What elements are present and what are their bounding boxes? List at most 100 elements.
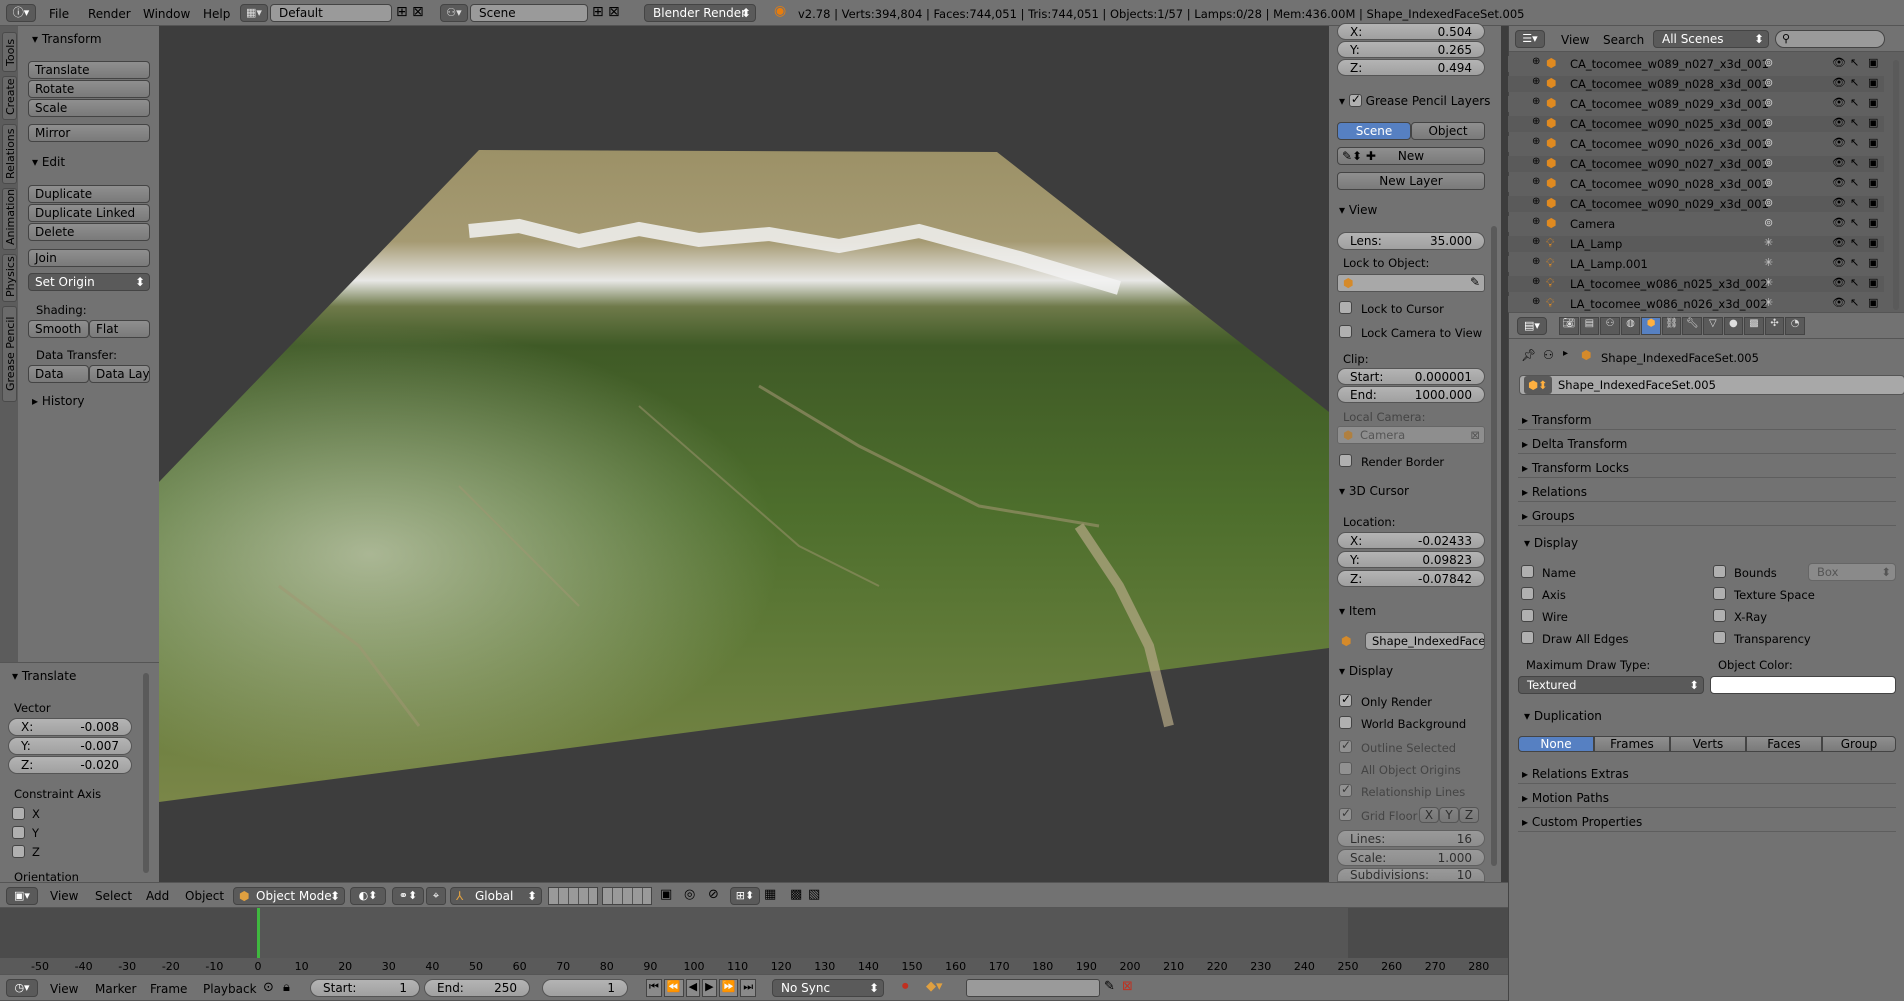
expand-icon[interactable]: ⊕ — [1532, 236, 1540, 247]
wire-checkbox[interactable] — [1521, 609, 1534, 622]
scene-icon[interactable]: ⚇▾ — [440, 4, 468, 22]
object-name-field[interactable]: ⬢⬍ Shape_IndexedFaceSet.005 — [1519, 375, 1904, 395]
outliner-row[interactable]: ⊕ ⬢ CA_tocomee_w090_n026_x3d_001 ⊚ 👁︎ ↖ ▣ — [1508, 136, 1884, 152]
tab-object[interactable]: Object — [1411, 122, 1485, 140]
end-frame-field[interactable]: End: 250 — [424, 979, 530, 997]
pin-icon[interactable]: 📌︎ — [1521, 348, 1536, 362]
vector-x-field[interactable]: X: -0.008 — [8, 718, 132, 736]
constraint-x-checkbox[interactable] — [12, 807, 25, 820]
n-panel-scrollbar[interactable] — [1491, 226, 1497, 866]
vector-z-field[interactable]: Z: -0.020 — [8, 756, 132, 774]
world-background-checkbox[interactable] — [1339, 716, 1352, 729]
add-screen-icon[interactable]: ⊞ — [396, 4, 408, 20]
expand-icon[interactable]: ⊕ — [1532, 256, 1540, 267]
proportional-edit-icon[interactable]: ◎ — [684, 887, 695, 902]
relationship-lines-checkbox[interactable] — [1339, 782, 1352, 797]
join-button[interactable]: Join — [28, 249, 150, 267]
relations-extras-section[interactable]: ▸ Relations Extras — [1518, 766, 1896, 784]
selectable-cursor-icon[interactable]: ↖ — [1850, 156, 1859, 169]
constraint-y-checkbox[interactable] — [12, 826, 25, 839]
selectable-cursor-icon[interactable]: ↖ — [1850, 116, 1859, 129]
transparency-checkbox[interactable] — [1713, 631, 1726, 644]
physics-tab-icon[interactable]: ◔ — [1785, 317, 1805, 335]
outliner-filter-select[interactable]: All Scenes ⬍ — [1653, 30, 1769, 48]
material-tab-icon[interactable]: ● — [1723, 317, 1744, 335]
outliner-row[interactable]: ⊕ 💡︎ LA_tocomee_w086_n025_x3d_002 ✳ 👁︎ ↖ ▣ — [1508, 276, 1884, 292]
render-engine-select[interactable]: Blender Render ⬍ — [644, 4, 756, 22]
selectable-cursor-icon[interactable]: ↖ — [1850, 256, 1859, 269]
outliner-search-input[interactable]: ⚲ — [1775, 30, 1885, 48]
selectable-cursor-icon[interactable]: ↖ — [1850, 276, 1859, 289]
selectable-cursor-icon[interactable]: ↖ — [1850, 196, 1859, 209]
outliner-item-name[interactable]: LA_tocomee_w086_n026_x3d_002 — [1570, 297, 1768, 311]
duplicate-button[interactable]: Duplicate — [28, 185, 150, 203]
visibility-eye-icon[interactable]: 👁︎ — [1832, 56, 1846, 69]
expand-icon[interactable]: ⊕ — [1532, 56, 1540, 67]
constraints-tab-icon[interactable]: ⛓ — [1661, 317, 1682, 335]
visibility-eye-icon[interactable]: 👁︎ — [1832, 176, 1846, 189]
record-icon[interactable]: ⏺ — [902, 979, 909, 994]
outliner-item-name[interactable]: LA_Lamp — [1570, 237, 1622, 251]
cursor-y-field[interactable]: Y: 0.09823 — [1337, 551, 1485, 568]
expand-icon[interactable]: ⊕ — [1532, 136, 1540, 147]
grease-pencil-checkbox[interactable] — [1348, 92, 1362, 107]
expand-icon[interactable]: ⊕ — [1532, 296, 1540, 307]
visibility-eye-icon[interactable]: 👁︎ — [1832, 296, 1846, 309]
scene-field[interactable]: Scene — [470, 4, 588, 22]
delete-keyframe-icon[interactable]: ⊠ — [1122, 979, 1133, 994]
operator-scrollbar[interactable] — [143, 673, 149, 873]
jump-start-icon[interactable]: ⏮ — [646, 979, 662, 997]
draw-all-edges-checkbox[interactable] — [1521, 631, 1534, 644]
grid-y-toggle[interactable]: Y — [1439, 807, 1459, 823]
renderable-camera-icon[interactable]: ▣ — [1868, 76, 1878, 89]
expand-icon[interactable]: ⊕ — [1532, 176, 1540, 187]
set-origin-menu[interactable]: Set Origin ⬍ — [28, 273, 150, 291]
lock-range-icon[interactable]: 🔒︎ — [283, 980, 290, 995]
keying-set-icon[interactable]: ◆▾ — [926, 979, 943, 994]
properties-section[interactable]: ▸ Transform Locks — [1518, 460, 1896, 478]
dup-frames-button[interactable]: Frames — [1594, 736, 1670, 752]
outliner-item-name[interactable]: LA_tocomee_w086_n025_x3d_002 — [1570, 277, 1768, 291]
selectable-cursor-icon[interactable]: ↖ — [1850, 236, 1859, 249]
play-icon[interactable]: ▶ — [702, 979, 717, 997]
screen-layout-field[interactable]: Default — [270, 4, 392, 22]
data-layout-button[interactable]: Data Layo — [89, 365, 150, 383]
object-color-swatch[interactable] — [1710, 676, 1896, 694]
properties-section[interactable]: ▸ Transform — [1518, 412, 1896, 430]
snap-icon[interactable]: ⊘ — [708, 887, 719, 902]
play-reverse-icon[interactable]: ◀ — [685, 979, 701, 997]
max-draw-type-select[interactable]: Textured ⬍ — [1518, 676, 1704, 694]
visibility-eye-icon[interactable]: 👁︎ — [1832, 196, 1846, 209]
screen-layout-icon[interactable]: ▦▾ — [240, 4, 268, 22]
orientation-select[interactable]: ⅄ Global ⬍ — [450, 887, 542, 905]
outliner-row[interactable]: ⊕ ⬢ CA_tocomee_w089_n027_x3d_001 ⊚ 👁︎ ↖ ▣ — [1508, 56, 1884, 72]
tab-create[interactable]: Create — [2, 76, 17, 120]
dup-group-button[interactable]: Group — [1822, 736, 1896, 752]
translate-button[interactable]: Translate — [28, 61, 150, 79]
lens-field[interactable]: Lens: 35.000 — [1337, 232, 1485, 250]
outliner-item-name[interactable]: CA_tocomee_w090_n026_x3d_001 — [1570, 137, 1769, 151]
keying-set-field[interactable] — [966, 979, 1100, 997]
menu-help[interactable]: Help — [203, 7, 230, 21]
vector-y-field[interactable]: Y: -0.007 — [8, 737, 132, 755]
outliner-item-name[interactable]: CA_tocomee_w090_n029_x3d_001 — [1570, 197, 1769, 211]
lock-object-field[interactable]: ⬢ ✎ — [1337, 274, 1485, 292]
next-key-icon[interactable]: ⏩ — [718, 979, 739, 997]
expand-icon[interactable]: ⊕ — [1532, 276, 1540, 287]
expand-icon[interactable]: ⊕ — [1532, 96, 1540, 107]
scale-button[interactable]: Scale — [28, 99, 150, 117]
outliner-row[interactable]: ⊕ ⬢ CA_tocomee_w090_n025_x3d_001 ⊚ 👁︎ ↖ ▣ — [1508, 116, 1884, 132]
remove-scene-icon[interactable]: ⊠ — [608, 4, 620, 20]
outliner-scrollbar[interactable] — [1893, 60, 1899, 310]
visibility-eye-icon[interactable]: 👁︎ — [1832, 276, 1846, 289]
renderable-camera-icon[interactable]: ▣ — [1868, 56, 1878, 69]
all-origins-checkbox[interactable] — [1339, 762, 1352, 775]
modifiers-tab-icon[interactable]: 🔧︎ — [1682, 317, 1703, 335]
visibility-eye-icon[interactable]: 👁︎ — [1832, 156, 1846, 169]
renderable-camera-icon[interactable]: ▣ — [1868, 96, 1878, 109]
outliner-item-name[interactable]: CA_tocomee_w089_n029_x3d_001 — [1570, 97, 1769, 111]
item-panel-title[interactable]: ▾ Item — [1339, 604, 1376, 618]
tab-scene[interactable]: Scene — [1337, 122, 1411, 140]
tab-physics[interactable]: Physics — [2, 254, 17, 302]
data-button[interactable]: Data — [28, 365, 89, 383]
